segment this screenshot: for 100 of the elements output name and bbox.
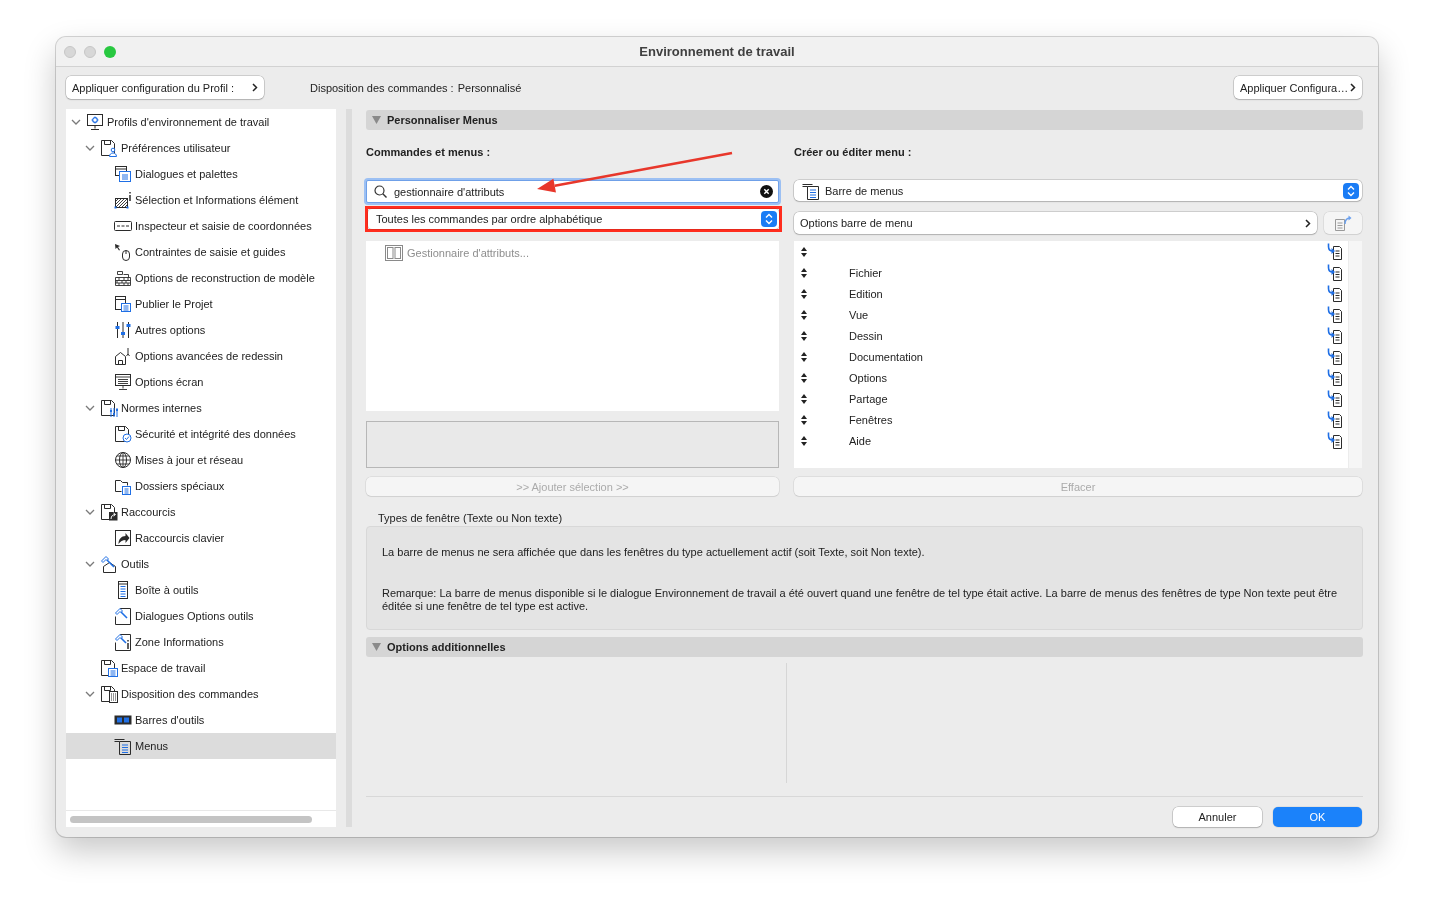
chevron-icon[interactable] [85,145,95,151]
tree-item[interactable]: Outils [66,551,336,577]
menu-entry[interactable]: Dessin [794,325,1348,346]
tree-item[interactable]: Zone Informations [66,629,336,655]
apply-button[interactable]: Appliquer Configura… [1234,76,1362,99]
stepper-icon [1343,182,1359,199]
globe-icon [114,451,132,469]
document-list-icon [114,295,132,313]
insert-menu-icon[interactable] [1327,285,1343,302]
monitor-icon [114,373,132,391]
menu-entry[interactable]: Options [794,367,1348,388]
tree-item[interactable]: Mises à jour et réseau [66,447,336,473]
sliders-icon [114,321,132,339]
reorder-icon[interactable] [801,351,807,362]
monitor-gear-icon [86,113,104,131]
info-text: La barre de menus ne sera affichée que dans les fenêtres du type actuellement actif (soit Texte, soit Non texte). [382,546,926,559]
horizontal-scrollbar[interactable] [70,815,312,823]
tree-item[interactable]: Options avancées de redessin [66,343,336,369]
menu-list-icon [114,737,132,755]
chevron-icon [1305,218,1311,228]
house-icon [114,347,132,365]
menu-dropdown[interactable]: Barre de menus [794,180,1362,201]
insert-menu-icon[interactable] [1327,327,1343,344]
menu-list-icon [802,181,820,200]
reorder-icon[interactable] [801,372,807,383]
tree-item[interactable]: Options écran [66,369,336,395]
insert-menu-icon[interactable] [1327,243,1343,260]
tree-item[interactable]: Dialogues Options outils [66,603,336,629]
tree-item[interactable]: Boîte à outils [66,577,336,603]
search-field[interactable]: gestionnaire d'attributs [366,180,779,203]
floppy-arrow-icon [100,503,118,521]
tree-item[interactable]: Autres options [66,317,336,343]
mouse-cursor-icon [114,243,132,261]
chevron-icon[interactable] [85,405,95,411]
reorder-icon[interactable] [801,393,807,404]
hatch-icon [114,191,132,209]
reorder-icon[interactable] [801,246,807,257]
reorder-icon[interactable] [801,330,807,341]
group-label: Types de fenêtre (Texte ou Non texte) [377,512,564,524]
insert-menu-icon[interactable] [1327,306,1343,323]
tree-item[interactable]: Normes internes [66,395,336,421]
chevron-icon[interactable] [85,509,95,515]
reorder-icon[interactable] [801,414,807,425]
tree-item[interactable]: Sécurité et intégrité des données [66,421,336,447]
floppy-document-icon [100,685,118,703]
hammer-window-icon [114,607,132,625]
filter-dropdown[interactable]: Toutes les commandes par ordre alphabétique [368,209,779,229]
chevron-icon[interactable] [71,119,81,125]
chevron-icon[interactable] [85,691,95,697]
tree-item[interactable]: Dossiers spéciaux [66,473,336,499]
section-header[interactable]: Options additionnelles [366,637,1363,657]
tree-item[interactable]: Sélection et Informations élément [66,187,336,213]
menu-entry[interactable]: Vue [794,304,1348,325]
floppy-sliders-icon [100,399,118,417]
options-button[interactable]: Options barre de menu [794,212,1317,234]
bricks-icon [114,269,132,287]
menu-entry[interactable]: Edition [794,283,1348,304]
insert-menu-icon[interactable] [1327,411,1343,428]
insert-menu-icon[interactable] [1327,348,1343,365]
insert-menu-icon[interactable] [1327,390,1343,407]
insert-menu-icon[interactable] [1327,369,1343,386]
search-icon [374,185,387,198]
tree-item[interactable]: Raccourcis [66,499,336,525]
layout-value: Personnalisé [457,81,522,94]
tree-item[interactable]: Contraintes de saisie et guides [66,239,336,265]
reorder-icon[interactable] [801,309,807,320]
menu-entry[interactable]: Partage [794,388,1348,409]
reorder-icon[interactable] [801,288,807,299]
insert-menu-icon[interactable] [1327,432,1343,449]
section-header[interactable]: Personnaliser Menus [366,110,1363,130]
tree-item[interactable]: Préférences utilisateur [66,135,336,161]
export-icon [1334,215,1352,231]
tree-item[interactable]: Disposition des commandes [66,681,336,707]
menu-entry[interactable]: Fichier [794,262,1348,283]
tree-item[interactable]: Raccourcis clavier [66,525,336,551]
menu-entry[interactable]: Fenêtres [794,409,1348,430]
tree-item[interactable]: Barres d'outils [66,707,336,733]
clear-icon[interactable] [760,185,773,198]
reorder-icon[interactable] [801,267,807,278]
tree-item[interactable]: Menus [66,733,336,759]
hammer-icon [100,555,118,573]
floppy-list-icon [100,659,118,677]
tree-item[interactable]: Inspecteur et saisie de coordonnées [66,213,336,239]
tree-item[interactable]: Profils d'environnement de travail [66,109,336,135]
chevron-icon[interactable] [85,561,95,567]
tree-item[interactable]: Options de reconstruction de modèle [66,265,336,291]
insert-menu-icon[interactable] [1327,264,1343,281]
window-title: Environnement de travail [639,44,795,59]
dialog-button[interactable]: Annuler [1173,807,1262,827]
reorder-icon[interactable] [801,435,807,446]
tree-item[interactable]: Espace de travail [66,655,336,681]
tree-item[interactable]: Dialogues et palettes [66,161,336,187]
profile-button[interactable]: Appliquer configuration du Profil : [66,76,264,99]
column-label: Créer ou éditer menu : [794,146,913,158]
menu-entry[interactable]: Documentation [794,346,1348,367]
chevron-icon [252,83,258,92]
floppy-person-icon [100,139,118,157]
menu-entry[interactable]: Aide [794,430,1348,451]
dialog-button[interactable]: OK [1273,807,1362,827]
tree-item[interactable]: Publier le Projet [66,291,336,317]
